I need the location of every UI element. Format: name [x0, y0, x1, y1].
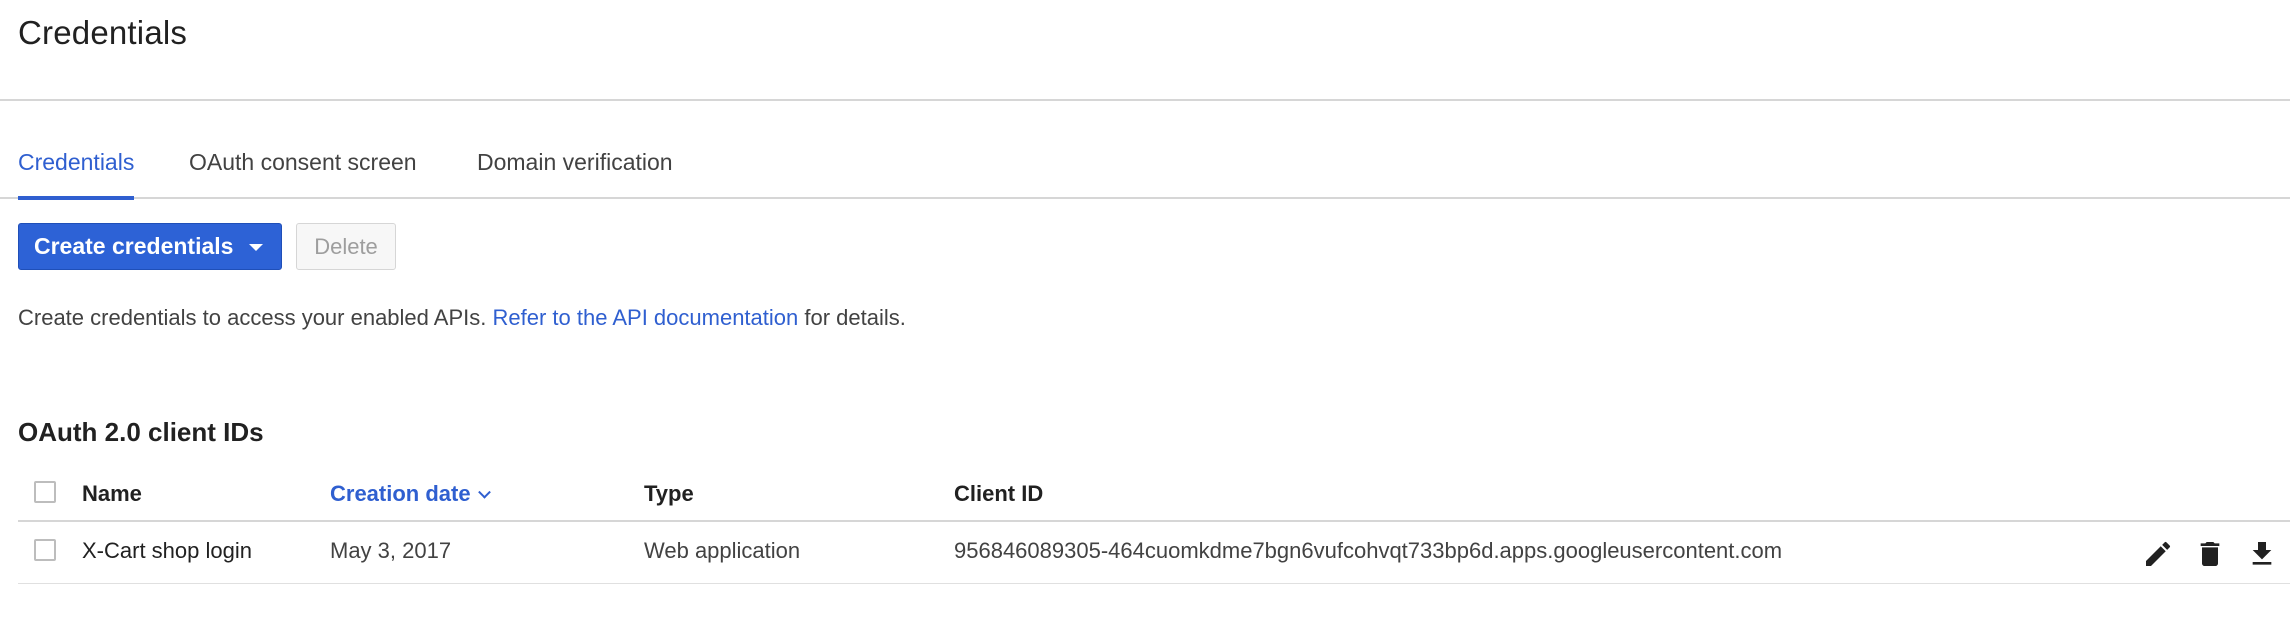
caret-down-icon: [249, 244, 263, 251]
select-all-checkbox[interactable]: [34, 481, 56, 503]
section-title: OAuth 2.0 client IDs: [18, 417, 264, 447]
page-title: Credentials: [18, 14, 188, 51]
tab-credentials[interactable]: Credentials: [18, 149, 135, 200]
tab-oauth-consent-screen[interactable]: OAuth consent screen: [189, 149, 417, 196]
table-header: Name Creation date Type Client ID: [18, 468, 2290, 522]
page-header: Credentials: [0, 0, 2290, 101]
column-header-name[interactable]: Name: [82, 481, 142, 507]
info-text: Create credentials to access your enable…: [18, 305, 906, 331]
download-icon[interactable]: [2246, 538, 2278, 570]
client-type: Web application: [644, 538, 801, 563]
row-checkbox[interactable]: [34, 539, 56, 561]
info-suffix: for details.: [804, 305, 906, 330]
column-header-type[interactable]: Type: [644, 481, 694, 507]
column-header-creation-date-label: Creation date: [330, 481, 471, 506]
tab-domain-verification[interactable]: Domain verification: [477, 149, 673, 196]
api-documentation-link[interactable]: Refer to the API documentation: [493, 305, 799, 330]
create-credentials-label: Create credentials: [34, 233, 234, 259]
table-row[interactable]: X-Cart shop login May 3, 2017 Web applic…: [18, 522, 2290, 584]
column-header-client-id[interactable]: Client ID: [954, 481, 1043, 507]
info-prefix: Create credentials to access your enable…: [18, 305, 487, 330]
column-header-creation-date[interactable]: Creation date: [330, 481, 491, 507]
chevron-down-icon: [477, 485, 491, 499]
delete-button[interactable]: Delete: [296, 223, 396, 270]
tab-bar: Credentials OAuth consent screen Domain …: [0, 101, 2290, 200]
pencil-icon[interactable]: [2142, 538, 2174, 570]
creation-date: May 3, 2017: [330, 538, 452, 563]
trash-icon[interactable]: [2194, 538, 2226, 570]
create-credentials-button[interactable]: Create credentials: [18, 223, 282, 270]
client-id: 956846089305-464cuomkdme7bgn6vufcohvqt73…: [954, 538, 1783, 563]
delete-label: Delete: [314, 233, 378, 259]
client-name[interactable]: X-Cart shop login: [82, 538, 252, 564]
row-actions: [2142, 538, 2278, 570]
